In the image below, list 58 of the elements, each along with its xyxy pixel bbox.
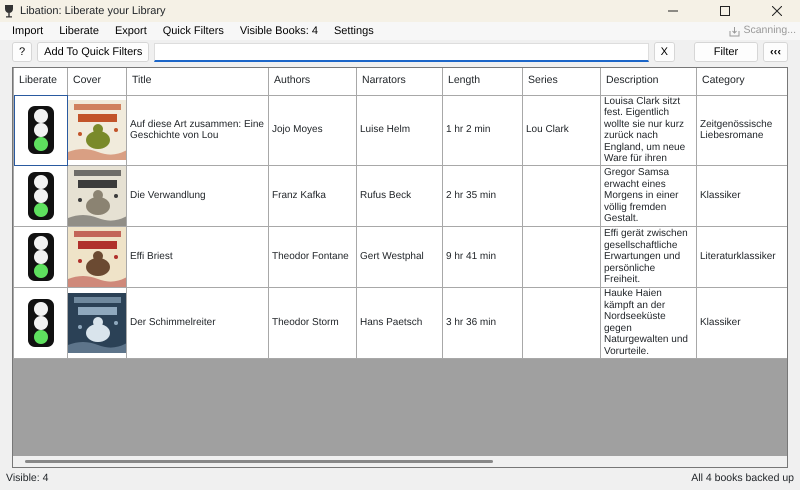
table-cell: Klassiker — [700, 190, 741, 202]
maximize-icon — [720, 6, 730, 16]
description-text: Effi gerät zwischen gesellschaftliche Erwartungen und persönliche Freiheit. — [604, 228, 688, 286]
menu-item[interactable]: Settings — [326, 22, 382, 40]
table-cell: Zeitgenössische Liebesromane — [700, 118, 772, 142]
description-text: Gregor Samsa erwacht eines Morgens in einer völlig fremden Gestalt. — [604, 167, 678, 224]
help-button[interactable]: ? — [12, 42, 32, 62]
table-cell: Effi Briest — [130, 251, 173, 262]
wine-glass-icon — [4, 4, 14, 18]
clear-button[interactable]: X — [654, 42, 675, 62]
backup-status: All 4 books backed up — [691, 471, 794, 486]
table-cell: Theodor Storm — [272, 317, 339, 328]
table-cell: Rufus Beck — [360, 190, 412, 202]
visible-count: Visible: 4 — [6, 471, 48, 486]
table-cell: Hans Paetsch — [360, 317, 422, 328]
table-cell: 3 hr 36 min — [446, 317, 496, 328]
collapse-button[interactable]: ‹‹‹ — [763, 42, 788, 62]
table-cell: 2 hr 35 min — [446, 190, 496, 202]
column-header[interactable]: Length — [442, 68, 522, 95]
search-field[interactable] — [154, 42, 649, 62]
description-text: Hauke Haien kämpft an der Nordseeküste gegen Naturgewalten und Vorurteile. — [604, 288, 688, 358]
add-to-quick-filters-button[interactable]: Add To Quick Filters — [37, 42, 150, 62]
menu-item[interactable]: Quick Filters — [154, 22, 232, 40]
table-cell: Jojo Moyes — [272, 124, 323, 136]
download-icon — [729, 26, 740, 36]
menu-item[interactable]: Export — [106, 22, 155, 40]
filter-button[interactable]: Filter — [694, 42, 758, 62]
description-text: Louisa Clark sitzt fest. Eigentlich wollte sie nur kurz zurück nach England, um neue Ware für ihren — [604, 96, 686, 164]
scanning-status: Scanning... — [743, 23, 796, 38]
table-cell: Literaturklassiker — [700, 251, 776, 262]
liberate-cell[interactable] — [14, 166, 68, 227]
table-cell: Die Verwandlung — [130, 190, 206, 202]
table-cell: Franz Kafka — [272, 190, 326, 202]
liberate-cell[interactable] — [14, 95, 68, 166]
table-cell: Der Schimmelreiter — [130, 317, 216, 328]
column-header[interactable]: Series — [522, 68, 600, 95]
table-cell: Luise Helm — [360, 124, 410, 136]
menu-item[interactable]: Import — [4, 22, 52, 40]
table-cell: Klassiker — [700, 317, 741, 328]
liberate-cell[interactable] — [14, 288, 68, 358]
menu-item[interactable]: Visible Books: 4 — [232, 22, 326, 40]
table-cell: Theodor Fontane — [272, 251, 349, 262]
window-title: Libation: Liberate your Library — [20, 4, 166, 19]
column-header[interactable]: Narrators — [356, 68, 442, 95]
table-cell: Gert Westphal — [360, 251, 424, 262]
close-icon — [772, 6, 782, 16]
table-cell: Auf diese Art zusammen: Eine Geschichte von Lou — [130, 118, 264, 142]
column-header[interactable]: Description — [600, 68, 696, 95]
table-cell: Lou Clark — [526, 124, 569, 136]
column-header[interactable]: Authors — [268, 68, 356, 95]
table-cell: 9 hr 41 min — [446, 251, 496, 262]
table-cell: 1 hr 2 min — [446, 124, 490, 136]
column-header[interactable]: Cover — [68, 68, 126, 95]
column-header[interactable]: Liberate — [14, 68, 68, 95]
menu-item[interactable]: Liberate — [51, 22, 107, 40]
liberate-cell[interactable] — [14, 226, 68, 288]
horizontal-scrollbar[interactable] — [25, 460, 493, 463]
column-header[interactable]: Title — [126, 68, 268, 95]
